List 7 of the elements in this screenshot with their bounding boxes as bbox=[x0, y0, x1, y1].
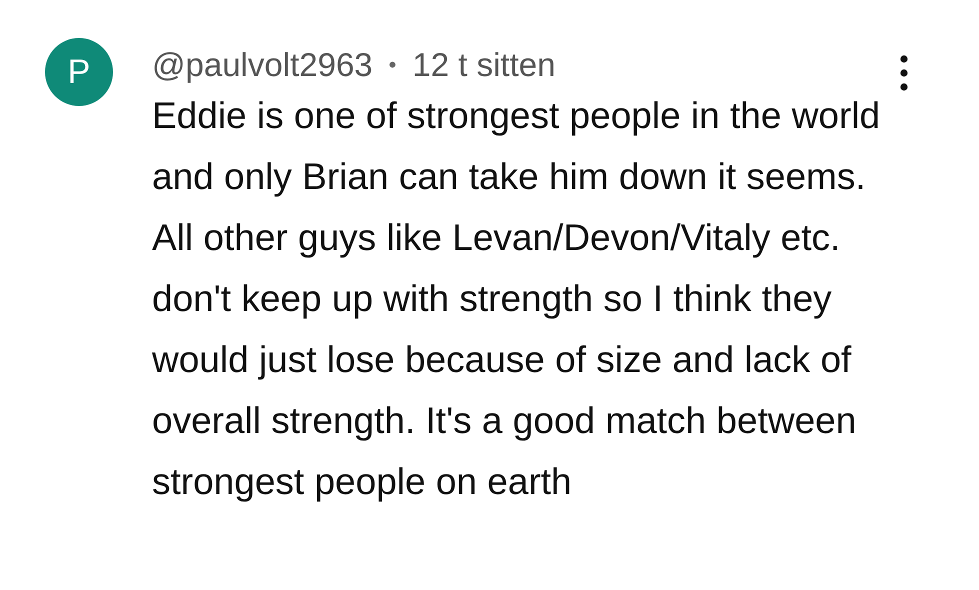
comment-time: 12 t sitten bbox=[412, 46, 556, 84]
avatar-letter: P bbox=[68, 52, 90, 92]
comment-text: Eddie is one of strongest people in the world and only Brian can take him down it seems. All other guys like Levan/Devon/Vitaly etc. don't keep up with strength so I think they would just lose because of size and lack of overall strength. It's a good match between strongest people on earth bbox=[152, 94, 882, 504]
more-options-icon[interactable] bbox=[900, 55, 908, 91]
author-name[interactable]: @paulvolt2963 bbox=[152, 46, 373, 84]
separator-dot: • bbox=[388, 52, 396, 78]
avatar[interactable]: P bbox=[45, 38, 113, 106]
